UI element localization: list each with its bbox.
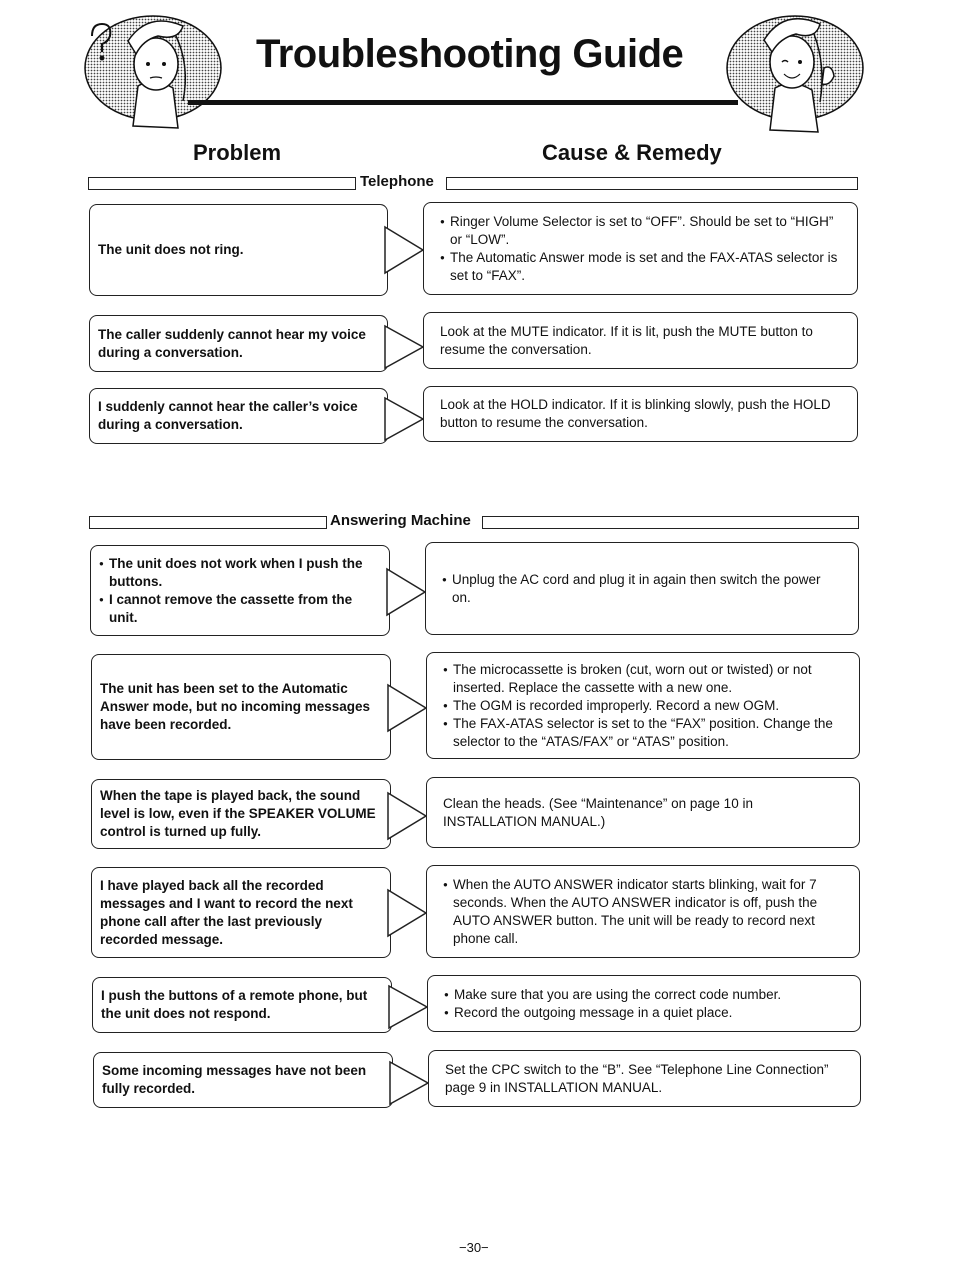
problem-box: I have played back all the recorded mess…	[91, 867, 391, 958]
remedy-box: Clean the heads. (See “Maintenance” on p…	[426, 777, 860, 848]
remedy-text: Clean the heads. (See “Maintenance” on p…	[443, 795, 753, 829]
section-label: Answering Machine	[330, 512, 471, 529]
remedy-item: The OGM is recorded improperly. Record a…	[443, 697, 843, 715]
remedy-box: Unplug the AC cord and plug it in again …	[425, 542, 859, 635]
problem-box: Some incoming messages have not been ful…	[93, 1052, 393, 1108]
arrow-icon	[388, 984, 429, 1030]
arrow-icon	[387, 888, 428, 938]
problem-text: I suddenly cannot hear the caller’s voic…	[98, 399, 358, 432]
remedy-box: Make sure that you are using the correct…	[427, 975, 861, 1032]
problem-list: The unit does not work when I push the b…	[99, 555, 381, 627]
remedy-list: Make sure that you are using the correct…	[444, 986, 781, 1022]
problem-text: When the tape is played back, the sound …	[100, 788, 376, 839]
section-bar-right	[446, 177, 858, 190]
section-header-answering-machine: Answering Machine	[89, 512, 859, 530]
arrow-icon	[386, 567, 427, 617]
problem-box: I suddenly cannot hear the caller’s voic…	[89, 388, 388, 444]
remedy-item: The microcassette is broken (cut, worn o…	[443, 661, 843, 697]
remedy-list: The microcassette is broken (cut, worn o…	[443, 661, 843, 751]
remedy-item: The FAX-ATAS selector is set to the “FAX…	[443, 715, 843, 751]
problem-text: The unit has been set to the Automatic A…	[100, 681, 371, 732]
remedy-text: Look at the MUTE indicator. If it is lit…	[440, 323, 813, 357]
remedy-item: Unplug the AC cord and plug it in again …	[442, 571, 842, 607]
problem-item: The unit does not work when I push the b…	[99, 555, 381, 591]
remedy-text: Look at the HOLD indicator. If it is bli…	[440, 397, 831, 430]
problem-box: The unit does not work when I push the b…	[90, 545, 390, 636]
section-bar-left	[89, 516, 327, 529]
problem-text: I push the buttons of a remote phone, bu…	[101, 988, 368, 1021]
remedy-item: Make sure that you are using the correct…	[444, 986, 781, 1004]
remedy-box: Look at the MUTE indicator. If it is lit…	[423, 312, 858, 369]
arrow-icon	[384, 324, 425, 370]
confused-girl-illustration	[78, 6, 228, 136]
problem-column-header: Problem	[193, 140, 282, 165]
title-underline	[188, 100, 738, 105]
arrow-icon	[387, 683, 428, 733]
remedy-list: When the AUTO ANSWER indicator starts bl…	[443, 876, 843, 948]
problem-box: The caller suddenly cannot hear my voice…	[89, 315, 388, 372]
section-header-telephone: Telephone	[88, 173, 858, 191]
remedy-list: Ringer Volume Selector is set to “OFF”. …	[440, 213, 841, 285]
page-title: Troubleshooting Guide	[256, 32, 684, 76]
remedy-box: Set the CPC switch to the “B”. See “Tele…	[428, 1050, 861, 1107]
remedy-item: Record the outgoing message in a quiet p…	[444, 1004, 781, 1022]
problem-box: The unit has been set to the Automatic A…	[91, 654, 391, 760]
problem-box: I push the buttons of a remote phone, bu…	[92, 977, 392, 1033]
remedy-box: When the AUTO ANSWER indicator starts bl…	[426, 865, 860, 958]
remedy-item: Ringer Volume Selector is set to “OFF”. …	[440, 213, 841, 249]
arrow-icon	[387, 791, 428, 841]
remedy-box: The microcassette is broken (cut, worn o…	[426, 652, 860, 759]
page-number: −30−	[459, 1240, 489, 1255]
arrow-icon	[384, 225, 425, 275]
problem-text: The caller suddenly cannot hear my voice…	[98, 326, 366, 360]
smiling-girl-ok-illustration	[720, 6, 870, 136]
remedy-list: Unplug the AC cord and plug it in again …	[442, 571, 842, 607]
problem-text: The unit does not ring.	[98, 242, 244, 257]
remedy-item: The Automatic Answer mode is set and the…	[440, 249, 841, 285]
section-bar-left	[88, 177, 356, 190]
problem-box: When the tape is played back, the sound …	[91, 779, 391, 849]
remedy-text: Set the CPC switch to the “B”. See “Tele…	[445, 1061, 829, 1095]
cause-remedy-column-header: Cause & Remedy	[542, 140, 722, 165]
problem-item: I cannot remove the cassette from the un…	[99, 591, 381, 627]
arrow-icon	[384, 396, 425, 442]
section-label: Telephone	[360, 173, 434, 190]
remedy-box: Ringer Volume Selector is set to “OFF”. …	[423, 202, 858, 295]
arrow-icon	[389, 1060, 430, 1106]
problem-text: Some incoming messages have not been ful…	[102, 1063, 367, 1096]
problem-text: I have played back all the recorded mess…	[100, 877, 353, 947]
remedy-box: Look at the HOLD indicator. If it is bli…	[423, 386, 858, 442]
section-bar-right	[482, 516, 859, 529]
remedy-item: When the AUTO ANSWER indicator starts bl…	[443, 876, 843, 948]
problem-box: The unit does not ring.	[89, 204, 388, 296]
